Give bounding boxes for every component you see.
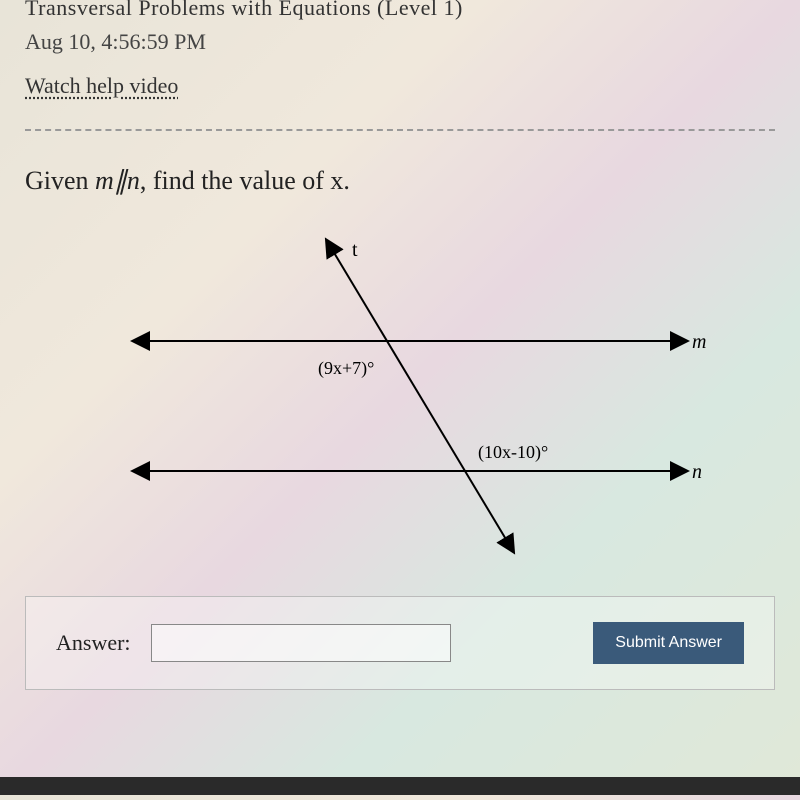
question-math: m∥n	[95, 166, 140, 195]
transversal-label: t	[352, 239, 358, 261]
bottom-bar	[0, 777, 800, 795]
angle-2-label: (10x-10)°	[478, 442, 548, 463]
question-text: Given m∥n, find the value of x.	[25, 166, 775, 196]
answer-input[interactable]	[151, 624, 451, 662]
angle-1-label: (9x+7)°	[318, 358, 374, 379]
answer-container: Answer: Submit Answer	[25, 596, 775, 690]
timestamp: Aug 10, 4:56:59 PM	[25, 29, 775, 55]
submit-answer-button[interactable]: Submit Answer	[593, 622, 744, 664]
answer-label: Answer:	[56, 630, 131, 656]
question-prefix: Given	[25, 166, 95, 195]
section-divider	[25, 129, 775, 131]
assignment-title-partial: Transversal Problems with Equations (Lev…	[25, 0, 775, 21]
watch-help-video-link[interactable]: Watch help video	[25, 73, 775, 99]
line-n-label: n	[692, 461, 702, 483]
geometry-diagram: m n t (9x+7)° (10x-10)°	[25, 226, 775, 566]
question-suffix: , find the value of x.	[140, 166, 350, 195]
line-m-label: m	[692, 331, 706, 353]
